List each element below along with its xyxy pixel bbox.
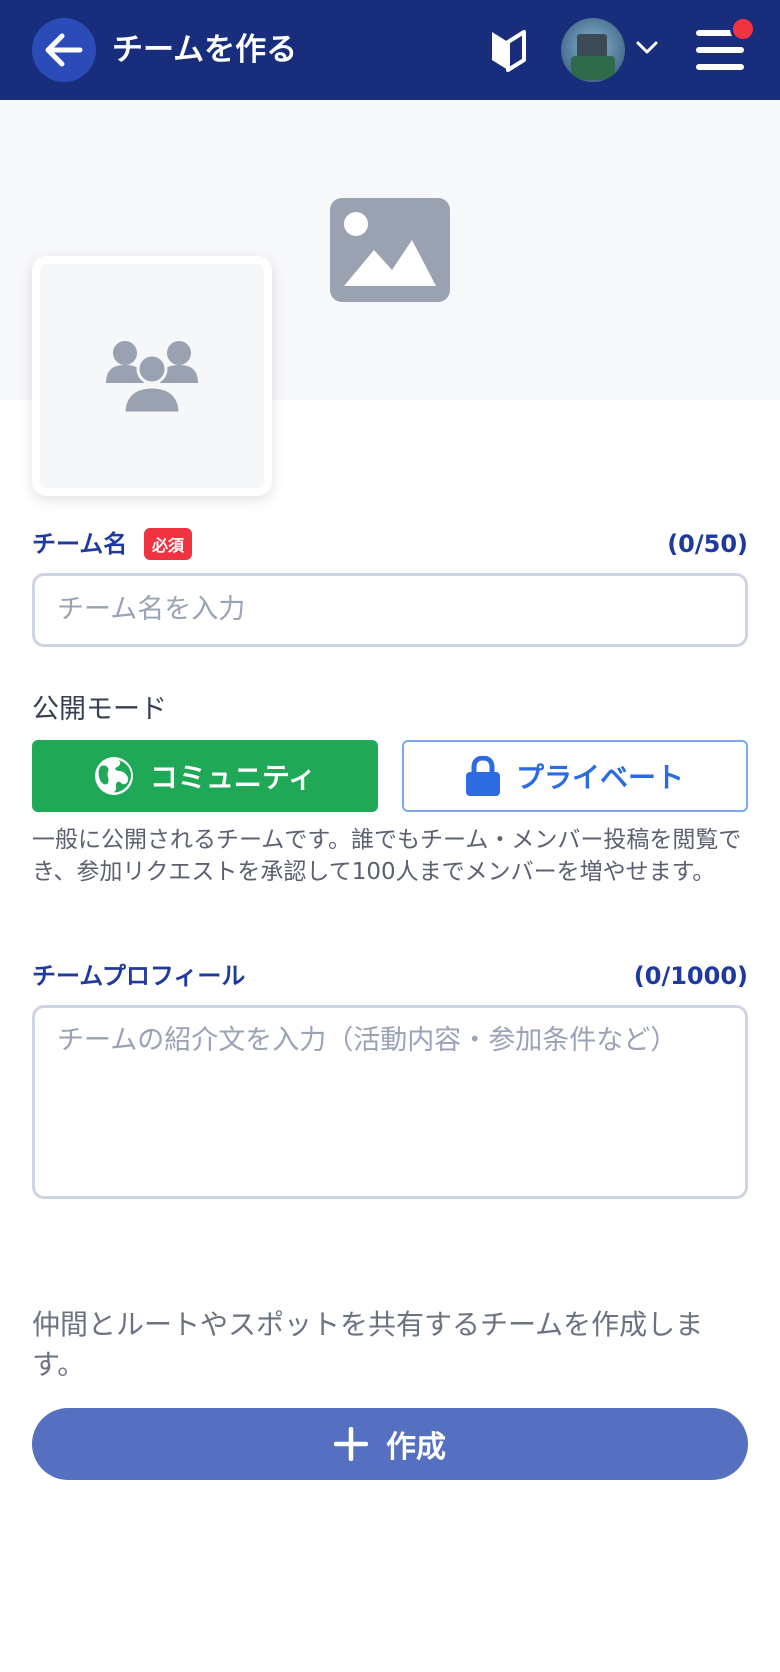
globe-icon (94, 757, 133, 795)
team-name-input[interactable]: チーム名を入力 (32, 573, 748, 647)
user-avatar[interactable] (561, 18, 625, 82)
private-mode-button[interactable]: プライベート (402, 740, 748, 812)
team-profile-textarea[interactable]: チームの紹介文を入力（活動内容・参加条件など） (32, 1005, 748, 1199)
required-badge: 必須 (144, 528, 192, 560)
lock-icon (465, 756, 500, 796)
create-team-note: 仲間とルートやスポットを共有するチームを作成します。 (32, 1308, 704, 1381)
users-icon (106, 341, 198, 413)
chevron-down-icon[interactable] (636, 40, 658, 56)
visibility-label: 公開モード (32, 694, 167, 725)
team-name-label: チーム名 (32, 530, 128, 558)
community-mode-label: コミュニティ (149, 761, 317, 794)
team-icon-uploader[interactable] (32, 256, 272, 496)
create-button-label: 作成 (386, 1430, 446, 1465)
create-button[interactable]: 作成 (32, 1408, 748, 1480)
community-mode-button[interactable]: コミュニティ (32, 740, 378, 812)
image-icon[interactable] (330, 198, 450, 302)
private-mode-label: プライベート (515, 761, 684, 794)
notification-dot (730, 16, 756, 42)
team-profile-label: チームプロフィール (32, 962, 246, 990)
team-name-counter: (0/50) (667, 530, 748, 558)
beginner-mark-icon[interactable] (488, 28, 528, 72)
team-profile-counter: (0/1000) (633, 962, 748, 990)
visibility-description: 一般に公開されるチームです。誰でもチーム・メンバー投稿を閲覧でき、参加リクエスト… (32, 827, 742, 885)
back-button[interactable] (32, 18, 96, 82)
plus-icon (334, 1427, 368, 1461)
arrow-left-icon (45, 33, 83, 67)
app-header: チームを作る (0, 0, 780, 100)
page-title: チームを作る (112, 32, 298, 68)
